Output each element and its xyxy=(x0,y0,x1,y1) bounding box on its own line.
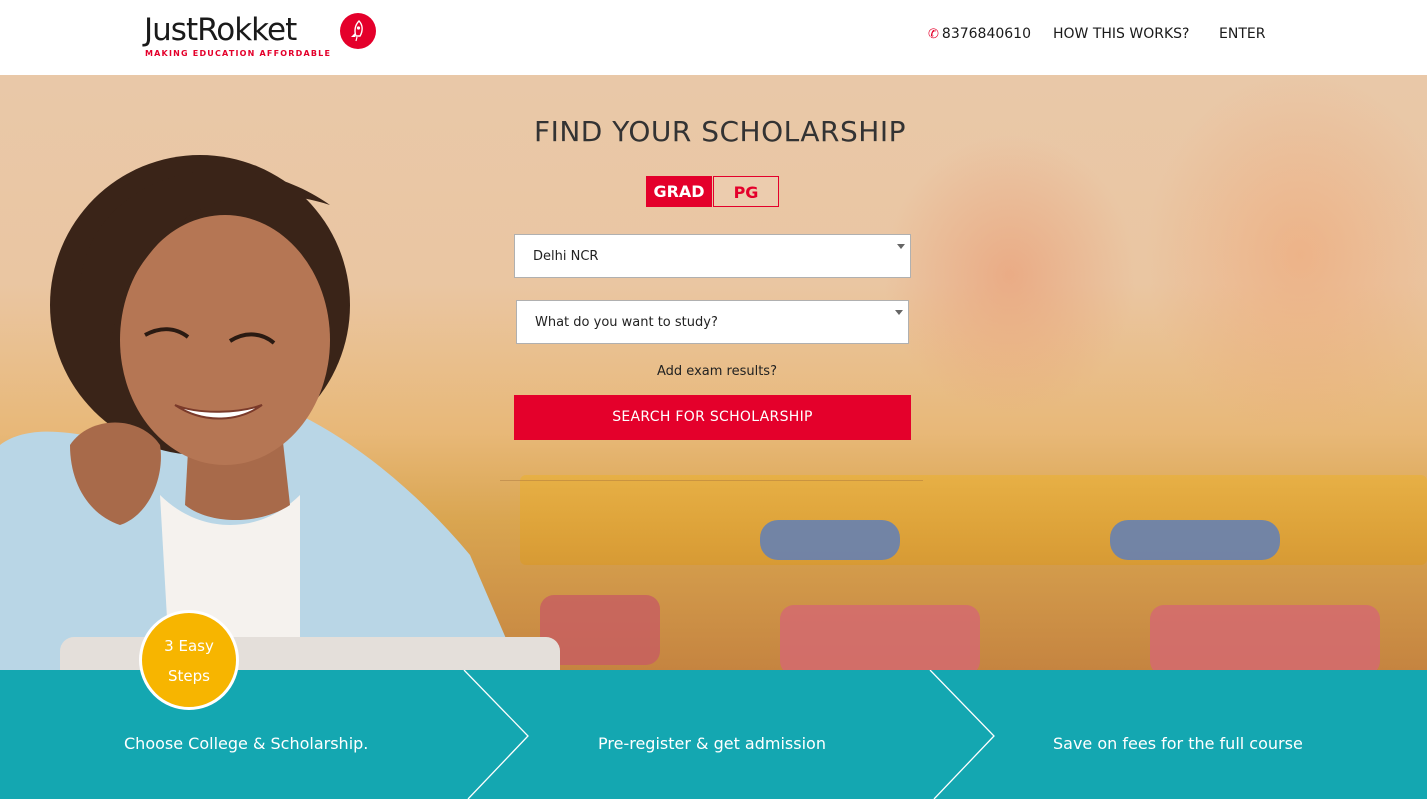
background-seat xyxy=(1150,605,1380,671)
nav-how-this-works[interactable]: HOW THIS WORKS? xyxy=(1053,26,1189,46)
study-select-placeholder: What do you want to study? xyxy=(535,315,718,330)
nav-enter[interactable]: ENTER xyxy=(1219,26,1265,46)
page-title: FIND YOUR SCHOLARSHIP xyxy=(534,115,906,148)
step-choose-college: Choose College & Scholarship. xyxy=(124,734,369,753)
study-select[interactable]: What do you want to study? xyxy=(516,300,909,344)
step-pre-register: Pre-register & get admission xyxy=(598,734,826,753)
city-select[interactable]: Delhi NCR xyxy=(514,234,911,278)
student-photo xyxy=(0,155,560,671)
divider xyxy=(500,480,923,481)
search-scholarship-button[interactable]: SEARCH FOR SCHOLARSHIP xyxy=(514,395,911,440)
tab-grad[interactable]: GRAD xyxy=(646,176,712,207)
chevron-right-icon xyxy=(929,670,995,799)
background-chair xyxy=(760,520,900,560)
badge-line-1: 3 Easy xyxy=(164,637,214,655)
background-chair xyxy=(1110,520,1280,560)
tab-pg[interactable]: PG xyxy=(713,176,779,207)
chevron-down-icon xyxy=(895,310,903,315)
step-save-fees: Save on fees for the full course xyxy=(1053,734,1303,753)
badge-line-2: Steps xyxy=(168,667,210,685)
logo[interactable]: JustRokket MAKING EDUCATION AFFORDABLE xyxy=(144,12,384,62)
chevron-down-icon xyxy=(897,244,905,249)
background-seat xyxy=(780,605,980,671)
phone-number: 8376840610 xyxy=(941,26,1031,42)
logo-wordmark: JustRokket xyxy=(144,12,297,48)
logo-tagline: MAKING EDUCATION AFFORDABLE xyxy=(145,49,332,58)
city-select-value: Delhi NCR xyxy=(533,249,599,264)
add-exam-results-link[interactable]: Add exam results? xyxy=(600,364,834,379)
three-easy-steps-badge: 3 Easy Steps xyxy=(139,610,239,710)
chevron-right-icon xyxy=(463,670,529,799)
nav-phone[interactable]: ✆ 8376840610 xyxy=(928,26,1031,46)
hero-section: FIND YOUR SCHOLARSHIP GRAD PG Delhi NCR … xyxy=(0,75,1427,671)
phone-icon: ✆ xyxy=(928,27,939,42)
background-desk xyxy=(520,475,1427,565)
rocket-icon xyxy=(340,13,376,49)
site-header: JustRokket MAKING EDUCATION AFFORDABLE ✆… xyxy=(0,0,1427,75)
